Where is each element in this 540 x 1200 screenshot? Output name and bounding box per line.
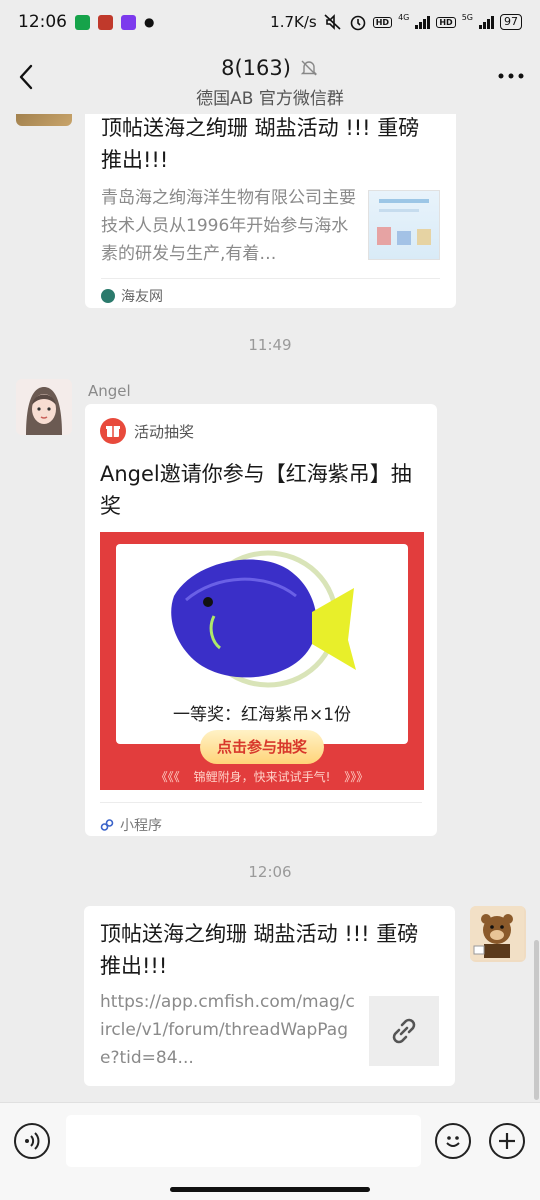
prize-description: 一等奖：红海紫吊×1份 [172, 705, 352, 725]
signal-icon [479, 15, 494, 29]
status-time: 12:06 [18, 12, 67, 32]
chat-subtitle: 德国AB 官方微信群 [196, 89, 344, 109]
emoji-button[interactable] [435, 1123, 471, 1159]
prize-panel: 一等奖：红海紫吊×1份 [116, 544, 408, 744]
more-notifications-icon: ● [144, 15, 155, 29]
link-message-card[interactable]: 顶帖送海之绚珊 瑚盐活动 !!! 重磅推出!!! https://app.cmf… [84, 906, 455, 1086]
source-name: 海友网 [121, 289, 163, 305]
hd-icon: HD [436, 16, 456, 28]
voice-button[interactable] [14, 1123, 50, 1159]
network-type: 5G [461, 12, 473, 22]
join-lottery-button[interactable]: 点击参与抽奖 [200, 730, 324, 764]
status-bar: 12:06 ● 1.7K/s HD 4G HD 5G 97 [0, 0, 540, 44]
fish-image [171, 550, 356, 688]
sender-name: Angel [88, 382, 131, 400]
timestamp: 12:06 [248, 863, 292, 881]
chevron-left-icon [19, 64, 33, 90]
message-input[interactable] [66, 1115, 421, 1167]
smiley-icon [446, 1136, 460, 1147]
message-title: 顶帖送海之绚珊 瑚盐活动 !!! 重磅推出!!! [101, 116, 420, 172]
alarm-icon [350, 15, 366, 31]
signal-icon [415, 15, 431, 29]
prize-banner[interactable]: 一等奖：红海紫吊×1份 点击参与抽奖 《《《 锦鲤附身，快来试试手气! 》》》 [100, 532, 424, 790]
slogan-text: 锦鲤附身，快来试试手气! [193, 770, 331, 784]
message-title: 顶帖送海之绚珊 瑚盐活动 !!! 重磅推出!!! [100, 922, 419, 978]
plus-icon [499, 1133, 515, 1149]
avatar-portrait-icon [16, 379, 72, 435]
more-functions-button[interactable] [489, 1123, 525, 1159]
app-notification-icon [75, 14, 90, 30]
message-description: 青岛海之绚海洋生物有限公司主要技术人员从1996年开始参与海水素的研发与生产,有… [101, 188, 356, 264]
app-notification-icon [98, 14, 113, 30]
mini-program-card[interactable]: 活动抽奖 Angel邀请你参与【红海紫吊】抽奖 一等奖：红海紫吊×1份 点击参与… [85, 404, 437, 836]
hd-icon: HD [372, 16, 393, 28]
timestamp: 11:49 [248, 336, 292, 354]
network-type: 4G [398, 12, 410, 22]
mini-program-icon [100, 819, 114, 831]
app-notification-icon [121, 14, 136, 30]
more-options-button[interactable] [496, 66, 526, 86]
network-speed: 1.7K/s [270, 13, 317, 31]
chat-header: 8(163) 德国AB 官方微信群 [0, 44, 540, 114]
source-logo-icon [101, 289, 115, 303]
mini-program-label: 小程序 [120, 818, 162, 834]
back-button[interactable] [12, 62, 42, 92]
slogan-left-arrows: 《《《 [155, 770, 180, 784]
link-icon [392, 1018, 416, 1044]
link-message-card[interactable]: 顶帖送海之绚珊 瑚盐活动 !!! 重磅推出!!! 青岛海之绚海洋生物有限公司主要… [85, 114, 456, 308]
voice-icon [25, 1132, 40, 1150]
input-bar [0, 1102, 540, 1200]
mini-program-name: 活动抽奖 [134, 422, 195, 441]
own-avatar[interactable] [470, 906, 526, 962]
mute-bell-icon [300, 60, 318, 76]
mute-icon [324, 14, 341, 30]
chat-title: 8(163) [221, 56, 291, 80]
message-list[interactable]: 顶帖送海之绚珊 瑚盐活动 !!! 重磅推出!!! 青岛海之绚海洋生物有限公司主要… [0, 114, 540, 1102]
message-url: https://app.cmfish.com/mag/circle/v1/for… [100, 992, 355, 1068]
prize-slogan: 《《《 锦鲤附身，快来试试手气! 》》》 [100, 768, 424, 785]
home-indicator[interactable] [170, 1187, 370, 1192]
sender-avatar[interactable] [16, 114, 72, 126]
more-dots-icon [498, 73, 524, 79]
sender-avatar[interactable] [16, 379, 72, 435]
avatar-bear-icon [470, 906, 524, 960]
lottery-app-icon [100, 418, 126, 444]
battery-icon: 97 [500, 14, 522, 30]
link-thumbnail [369, 996, 439, 1066]
mini-program-title: Angel邀请你参与【红海紫吊】抽奖 [100, 462, 412, 518]
slogan-right-arrows: 》》》 [344, 770, 369, 784]
scrollbar[interactable] [534, 940, 539, 1100]
article-thumbnail [368, 190, 440, 260]
